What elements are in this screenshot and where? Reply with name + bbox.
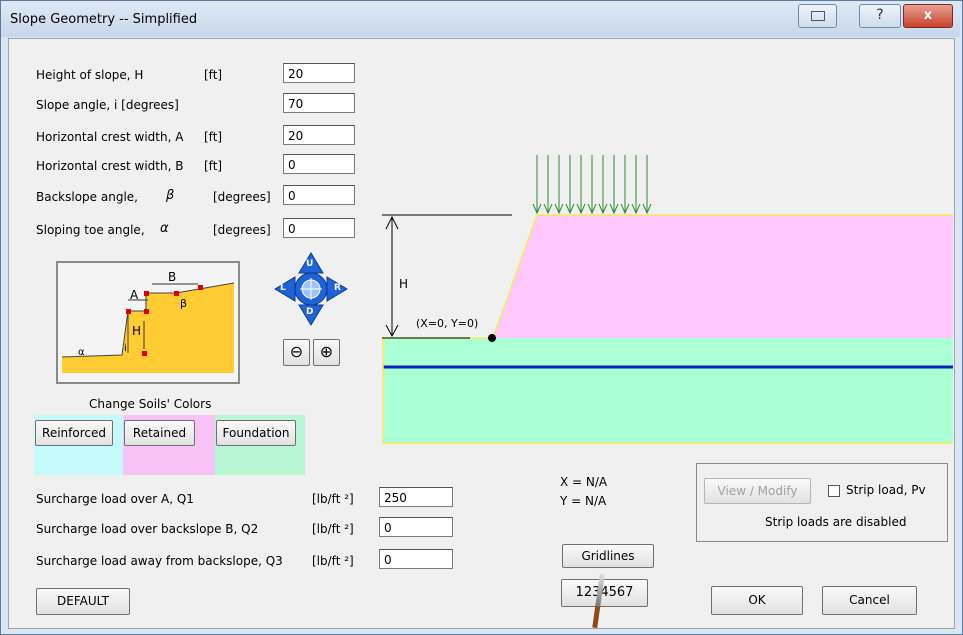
surcharge-input[interactable]: 250: [379, 487, 453, 507]
surcharge-input[interactable]: 0: [379, 517, 453, 537]
surcharge-label: Surcharge load away from backslope, Q3: [36, 554, 283, 568]
gridlines-button[interactable]: Gridlines: [562, 544, 654, 568]
title-bar: Slope Geometry -- Simplified ? x: [1, 1, 960, 37]
geometry-label: Horizontal crest width, B: [36, 159, 184, 173]
geometry-symbol: β: [166, 188, 175, 203]
foundation-soil: [383, 338, 953, 443]
pan-navigator: U D L R: [273, 251, 349, 327]
y-coordinate-readout: Y = N/A: [560, 494, 607, 508]
ok-button[interactable]: OK: [711, 586, 803, 615]
schematic-label-i: i: [124, 343, 127, 354]
geometry-input[interactable]: 70: [283, 93, 355, 113]
view-modify-button[interactable]: View / Modify: [704, 478, 811, 504]
restore-button[interactable]: [798, 4, 837, 28]
surcharge-unit: [lb/ft ²]: [312, 554, 354, 568]
default-button[interactable]: DEFAULT: [36, 588, 130, 615]
retained-soil: [493, 215, 953, 338]
schematic-label-b: B: [168, 270, 176, 284]
surcharge-unit: [lb/ft ²]: [312, 492, 354, 506]
cancel-button[interactable]: Cancel: [822, 586, 917, 615]
geometry-unit: [ft]: [204, 68, 223, 82]
pan-down-button[interactable]: D: [306, 307, 313, 317]
x-coordinate-readout: X = N/A: [560, 475, 608, 489]
geometry-unit: [ft]: [204, 159, 223, 173]
help-button[interactable]: ?: [859, 4, 901, 28]
schematic-label-h: H: [132, 324, 141, 338]
strip-load-checkbox[interactable]: [828, 485, 840, 497]
origin-label: (X=0, Y=0): [416, 317, 479, 330]
pan-up-button[interactable]: U: [306, 259, 313, 269]
surcharge-input[interactable]: 0: [379, 549, 453, 569]
counter-button[interactable]: 1234567: [561, 579, 648, 607]
geometry-label: Horizontal crest width, A: [36, 130, 184, 144]
retained-color-button[interactable]: Retained: [124, 420, 195, 446]
soil-colors-title: Change Soils' Colors: [89, 397, 212, 411]
geometry-label: Backslope angle,: [36, 190, 138, 204]
surcharge-unit: [lb/ft ²]: [312, 522, 354, 536]
geometry-unit: [ft]: [204, 130, 223, 144]
strip-load-status: Strip loads are disabled: [765, 515, 907, 529]
geometry-input[interactable]: 0: [283, 218, 355, 238]
geometry-input[interactable]: 20: [283, 63, 355, 83]
slope-drawing: H (X=0, Y=0): [382, 155, 953, 445]
schematic-label-a: A: [130, 288, 139, 302]
geometry-unit: [degrees]: [213, 223, 271, 237]
geometry-input[interactable]: 20: [283, 125, 355, 145]
window-icon: [811, 11, 825, 21]
surcharge-label: Surcharge load over A, Q1: [36, 492, 194, 506]
strip-load-label: Strip load, Pv: [846, 483, 926, 497]
close-button[interactable]: x: [903, 4, 953, 28]
foundation-color-button[interactable]: Foundation: [216, 420, 296, 446]
origin-point: [488, 334, 496, 342]
schematic-label-alpha: α: [78, 347, 85, 358]
pan-right-button[interactable]: R: [334, 283, 341, 293]
geometry-label: Height of slope, H: [36, 68, 144, 82]
geometry-label: Slope angle, i [degrees]: [36, 98, 179, 112]
zoom-in-button[interactable]: ⊕: [313, 339, 340, 366]
surcharge-arrows: [532, 155, 652, 215]
slope-schematic: A B H β i α: [56, 261, 240, 384]
schematic-soil: [62, 283, 234, 373]
geometry-label: Sloping toe angle,: [36, 223, 145, 237]
geometry-symbol: α: [160, 221, 169, 236]
pan-left-button[interactable]: L: [280, 283, 286, 293]
height-dimension-label: H: [399, 277, 409, 291]
window-title: Slope Geometry -- Simplified: [10, 12, 198, 27]
surcharge-label: Surcharge load over backslope B, Q2: [36, 522, 259, 536]
zoom-out-button[interactable]: ⊖: [283, 339, 310, 366]
reinforced-color-button[interactable]: Reinforced: [35, 420, 113, 446]
geometry-input[interactable]: 0: [283, 154, 355, 174]
schematic-label-beta: β: [180, 297, 187, 310]
geometry-input[interactable]: 0: [283, 185, 355, 205]
geometry-unit: [degrees]: [213, 190, 271, 204]
